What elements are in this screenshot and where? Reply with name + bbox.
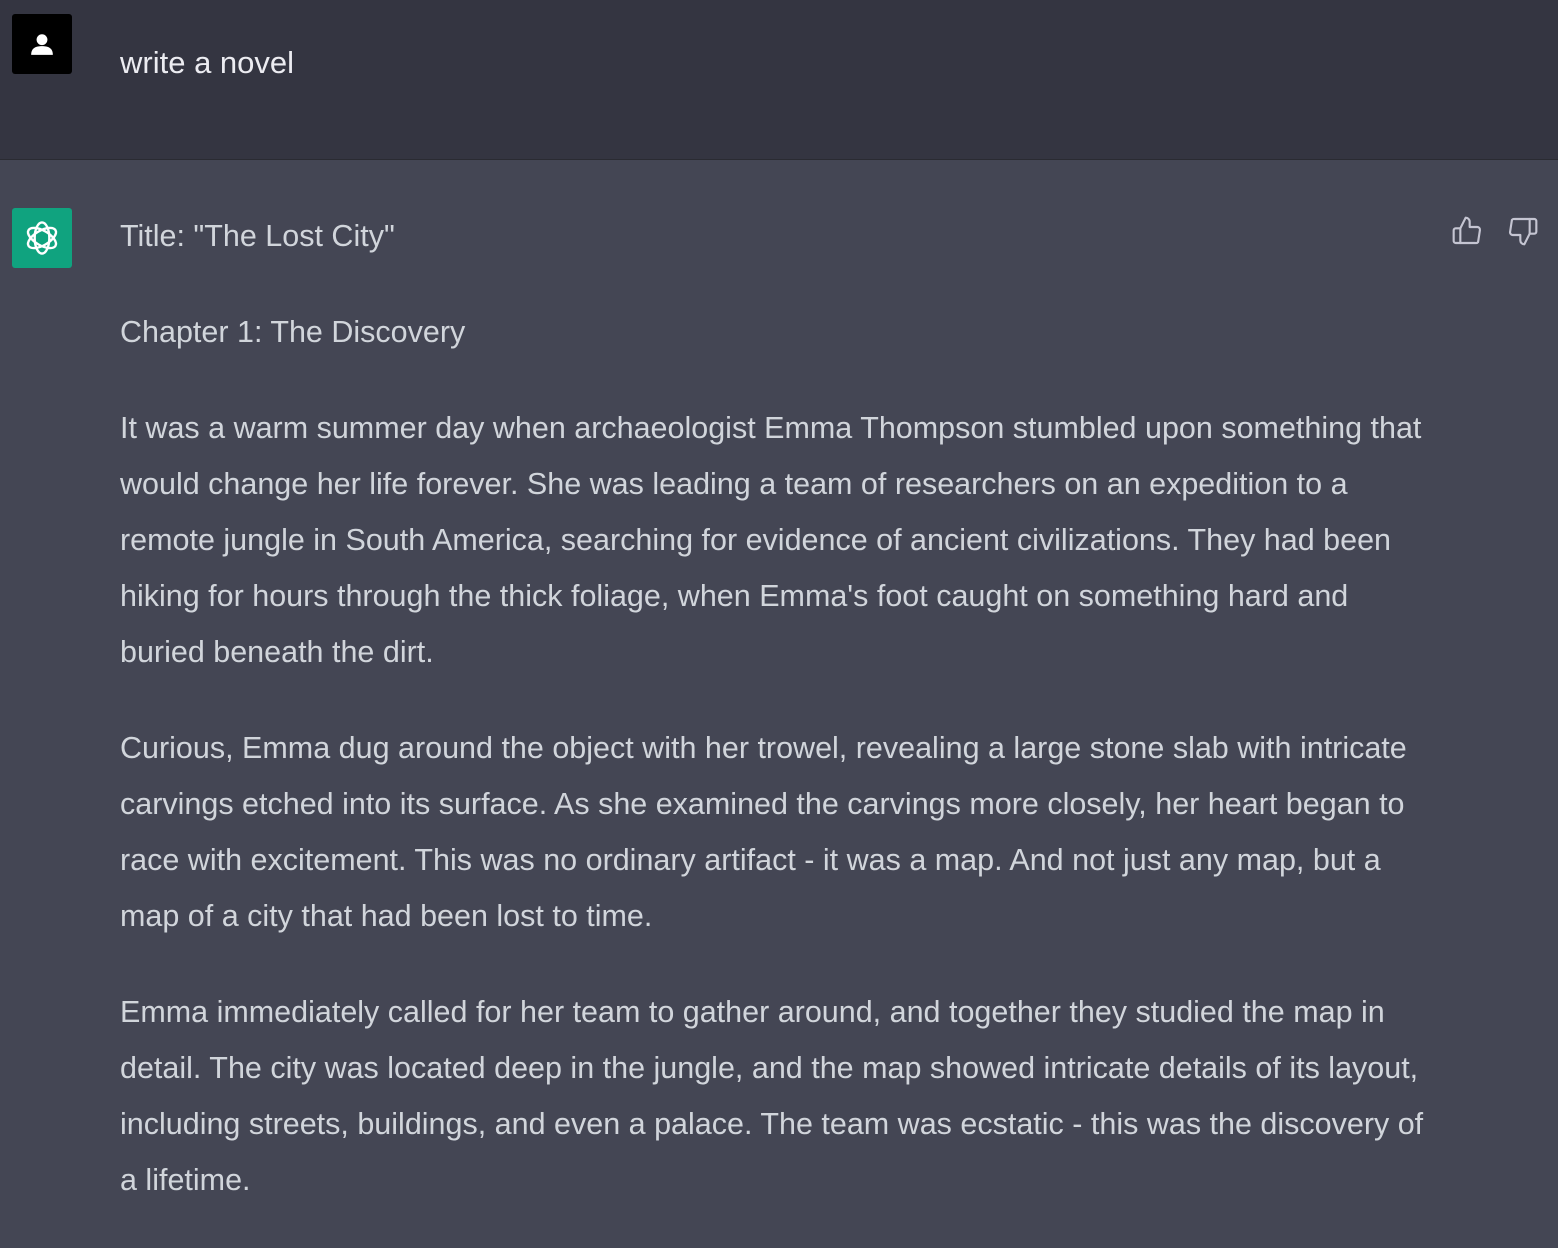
story-paragraph: Curious, Emma dug around the object with… — [120, 731, 1407, 933]
user-message-row: write a novel — [0, 0, 1558, 160]
user-icon — [31, 34, 53, 55]
thumbs-up-button[interactable] — [1450, 214, 1484, 248]
assistant-avatar — [12, 208, 72, 268]
chapter-heading: Chapter 1: The Discovery — [120, 315, 466, 349]
assistant-message-body: Title: "The Lost City" Chapter 1: The Di… — [120, 208, 1430, 1248]
assistant-message-row: Title: "The Lost City" Chapter 1: The Di… — [0, 160, 1558, 1208]
novel-title: Title: "The Lost City" — [120, 219, 395, 253]
user-message-text: write a novel — [120, 45, 295, 80]
thumbs-down-button[interactable] — [1506, 214, 1540, 248]
feedback-controls — [1450, 214, 1540, 248]
openai-logo-icon — [26, 221, 58, 255]
thumbs-up-icon — [1452, 216, 1481, 245]
story-paragraph: Emma immediately called for her team to … — [120, 995, 1424, 1197]
story-paragraph: It was a warm summer day when archaeolog… — [120, 411, 1422, 669]
thumbs-down-icon — [1509, 217, 1538, 246]
user-avatar — [12, 14, 72, 74]
